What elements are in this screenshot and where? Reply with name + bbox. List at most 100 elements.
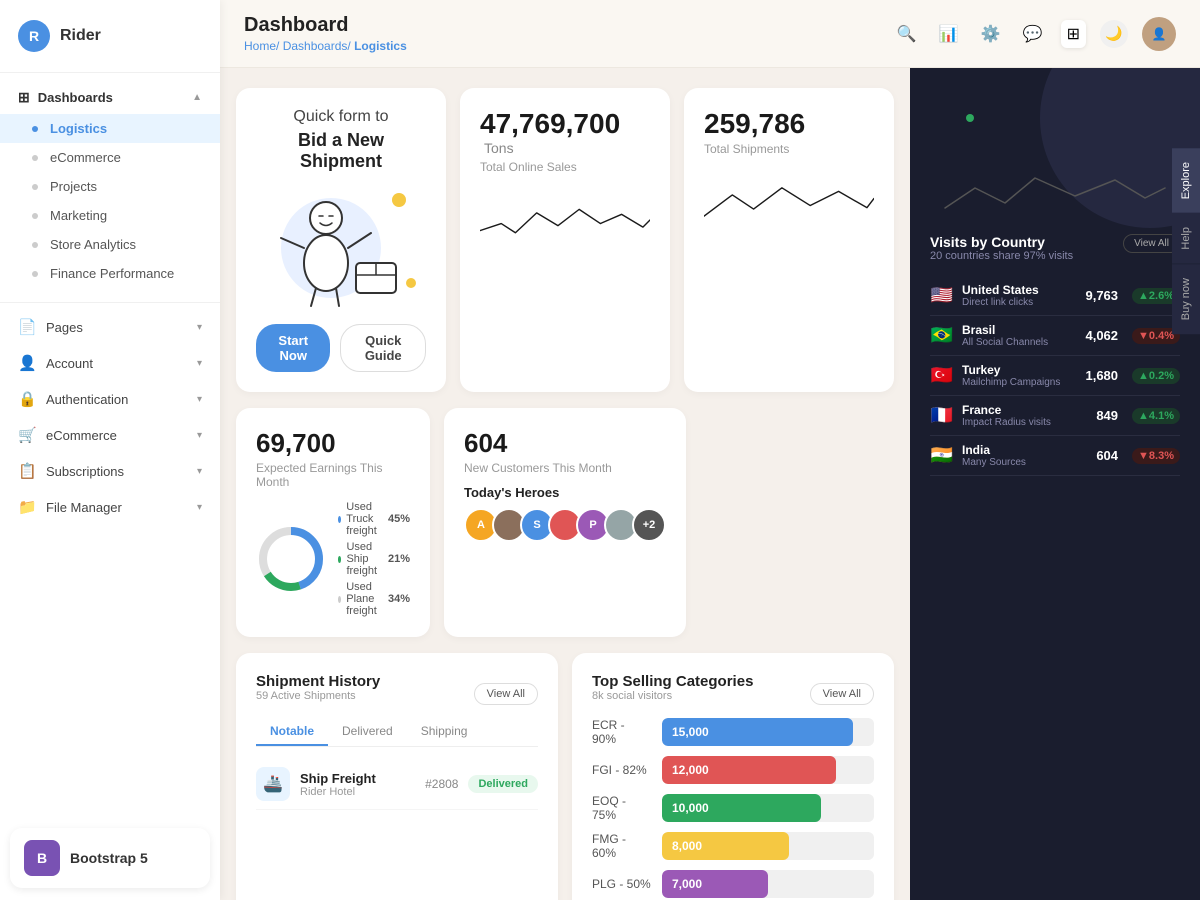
sidebar-main-item-authentication[interactable]: 🔒Authentication▾ [0,381,220,417]
quick-guide-button[interactable]: Quick Guide [340,324,426,372]
content-area: Quick form to Bid a New Shipment [220,68,1200,900]
country-row-2: 🇹🇷 Turkey Mailchimp Campaigns 1,680 ▲0.2… [930,356,1180,396]
header: Dashboard Home/ Dashboards/ Logistics 🔍 … [220,0,1200,68]
sidebar-main-item-pages[interactable]: 📄Pages▾ [0,309,220,345]
grid-icon[interactable]: ⊞ [1061,20,1086,48]
tab-shipping[interactable]: Shipping [407,718,482,746]
bar-track-2: 10,000 [662,794,874,822]
message-icon[interactable]: 💬 [1019,24,1047,44]
sidebar-main-item-account[interactable]: 👤Account▾ [0,345,220,381]
country-source-3: Impact Radius visits [962,417,1088,428]
country-row-4: 🇮🇳 India Many Sources 604 ▼8.3% [930,436,1180,476]
sidebar-item-finance-performance[interactable]: Finance Performance [0,259,220,288]
country-change-3: ▲4.1% [1132,408,1180,424]
sidebar-subitems: LogisticseCommerceProjectsMarketingStore… [0,114,220,288]
bar-value-2: 10,000 [672,801,709,815]
legend-ship: Used Ship freight 21% [338,541,410,577]
dashboards-group-header[interactable]: ⊞ Dashboards ▲ [0,81,220,114]
country-value-0: 9,763 [1085,288,1118,303]
chevron-icon: ▾ [197,358,202,369]
sidebar-item-store-analytics[interactable]: Store Analytics [0,230,220,259]
chevron-icon: ▾ [197,430,202,441]
ship-status: Delivered [468,775,538,793]
bars-container: ECR - 90% 15,000 FGI - 82% 12,000 EOQ - … [592,718,874,898]
countries-container: 🇺🇸 United States Direct link clicks 9,76… [930,276,1180,476]
bar-value-4: 7,000 [672,877,702,891]
legend-plane: Used Plane freight 34% [338,581,410,617]
start-now-button[interactable]: Start Now [256,324,330,372]
country-change-2: ▲0.2% [1132,368,1180,384]
total-shipments-label: Total Shipments [704,142,874,156]
bar-value-1: 12,000 [672,763,709,777]
flag-icon-3: 🇫🇷 [930,405,954,426]
country-info-4: India Many Sources [962,443,1088,468]
help-tab[interactable]: Help [1172,213,1200,264]
earnings-number: 69,700 [256,428,410,459]
bar-row-4: PLG - 50% 7,000 [592,870,874,898]
form-buttons: Start Now Quick Guide [256,324,426,372]
explore-tab[interactable]: Explore [1172,148,1200,213]
ship-info: Ship Freight Rider Hotel [300,771,415,798]
bar-fill-3: 8,000 [662,832,789,860]
sidebar-main-item-file-manager[interactable]: 📁File Manager▾ [0,489,220,525]
bar-fill-1: 12,000 [662,756,836,784]
earnings-label: Expected Earnings This Month [256,461,410,489]
shipment-row-1: 🚢 Ship Freight Rider Hotel #2808 Deliver… [256,759,538,810]
menu-icon: 👤 [18,354,36,372]
sidebar-item-marketing[interactable]: Marketing [0,201,220,230]
heroes-label: Today's Heroes [464,485,666,500]
dot-icon [32,213,38,219]
country-row-3: 🇫🇷 France Impact Radius visits 849 ▲4.1% [930,396,1180,436]
top-selling-view-all[interactable]: View All [810,683,874,705]
tab-notable[interactable]: Notable [256,718,328,746]
chart-icon[interactable]: 📊 [935,24,963,44]
dark-mode-toggle[interactable]: 🌙 [1100,20,1128,48]
bar-track-4: 7,000 [662,870,874,898]
search-icon[interactable]: 🔍 [893,24,921,44]
green-dot [966,114,974,122]
country-name-1: Brasil [962,323,1077,337]
logo-text: Rider [60,27,101,45]
top-selling-title-block: Top Selling Categories 8k social visitor… [592,673,753,714]
country-value-3: 849 [1096,408,1118,423]
header-left: Dashboard Home/ Dashboards/ Logistics [244,14,407,53]
legend-truck: Used Truck freight 45% [338,501,410,537]
country-name-2: Turkey [962,363,1077,377]
form-card-subtitle: Bid a New Shipment [256,130,426,172]
shipment-history-title: Shipment History [256,673,380,690]
shipment-view-all[interactable]: View All [474,683,538,705]
flag-icon-0: 🇺🇸 [930,285,954,306]
visits-subtitle: 20 countries share 97% visits [930,250,1073,262]
sidebar-main-item-ecommerce[interactable]: 🛒eCommerce▾ [0,417,220,453]
bar-label-0: ECR - 90% [592,718,652,746]
tab-delivered[interactable]: Delivered [328,718,407,746]
page-title: Dashboard [244,14,407,37]
dark-stats-section [910,68,1200,218]
header-right: 🔍 📊 ⚙️ 💬 ⊞ 🌙 👤 [893,17,1176,51]
form-illustration [261,188,421,308]
user-avatar[interactable]: 👤 [1142,17,1176,51]
menu-icon: 📄 [18,318,36,336]
bar-row-0: ECR - 90% 15,000 [592,718,874,746]
center-content: Quick form to Bid a New Shipment [220,68,910,900]
form-card-title: Quick form to [293,108,388,126]
bar-value-3: 8,000 [672,839,702,853]
dot-icon [32,242,38,248]
total-shipments-card: 259,786 Total Shipments [684,88,894,392]
chevron-icon: ▾ [197,502,202,513]
sidebar-item-logistics[interactable]: Logistics [0,114,220,143]
bootstrap-icon: B [24,840,60,876]
dark-mini-chart [930,168,1180,218]
breadcrumb: Home/ Dashboards/ Logistics [244,39,407,53]
customers-card: 604 New Customers This Month Today's Her… [444,408,686,637]
settings-icon[interactable]: ⚙️ [977,24,1005,44]
sidebar-main-item-subscriptions[interactable]: 📋Subscriptions▾ [0,453,220,489]
country-name-4: India [962,443,1088,457]
country-info-3: France Impact Radius visits [962,403,1088,428]
bar-fill-2: 10,000 [662,794,821,822]
buy-now-tab[interactable]: Buy now [1172,264,1200,334]
bar-row-2: EOQ - 75% 10,000 [592,794,874,822]
sidebar-item-ecommerce[interactable]: eCommerce [0,143,220,172]
bid-shipment-card: Quick form to Bid a New Shipment [236,88,446,392]
sidebar-item-projects[interactable]: Projects [0,172,220,201]
